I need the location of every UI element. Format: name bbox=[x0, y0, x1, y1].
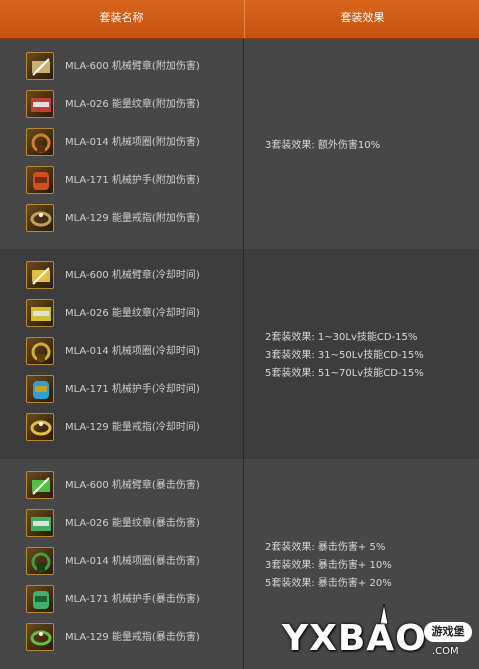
set-item-label: MLA-171 机械护手(暴击伤害) bbox=[65, 594, 200, 605]
ring-icon bbox=[26, 413, 54, 441]
set-item: MLA-026 能量纹章(暴击伤害) bbox=[26, 509, 241, 539]
emblem-icon bbox=[26, 299, 54, 327]
set-item: MLA-026 能量纹章(附加伤害) bbox=[26, 90, 241, 120]
ring-icon bbox=[26, 204, 54, 232]
watermark-badge: 游戏堡 bbox=[424, 622, 472, 642]
set-items-column: MLA-600 机械臂章(冷却时间) MLA-026 能量纹章(冷却时间) ML… bbox=[0, 249, 243, 459]
set-effect-line: 3套装效果: 暴击伤害+ 10% bbox=[265, 560, 392, 571]
set-item-label: MLA-171 机械护手(冷却时间) bbox=[65, 384, 200, 395]
set-item: MLA-600 机械臂章(附加伤害) bbox=[26, 52, 241, 82]
set-item-label: MLA-014 机械项圈(附加伤害) bbox=[65, 137, 200, 148]
set-item-label: MLA-600 机械臂章(暴击伤害) bbox=[65, 480, 200, 491]
set-effect-line: 5套装效果: 51~70Lv技能CD-15% bbox=[265, 368, 424, 379]
set-item-label: MLA-171 机械护手(附加伤害) bbox=[65, 175, 200, 186]
set-item: MLA-129 能量戒指(暴击伤害) bbox=[26, 623, 241, 653]
watermark-suffix: .COM bbox=[432, 646, 459, 657]
set-item: MLA-600 机械臂章(暴击伤害) bbox=[26, 471, 241, 501]
set-items-column: MLA-600 机械臂章(暴击伤害) MLA-026 能量纹章(暴击伤害) ML… bbox=[0, 459, 243, 669]
gauntlet-icon bbox=[26, 375, 54, 403]
set-item: MLA-600 机械臂章(冷却时间) bbox=[26, 261, 241, 291]
gauntlet-icon bbox=[26, 166, 54, 194]
necklace-icon bbox=[26, 128, 54, 156]
set-effects-column: 3套装效果: 额外伤害10% bbox=[244, 39, 479, 249]
armband-icon bbox=[26, 261, 54, 289]
set-item-label: MLA-129 能量戒指(冷却时间) bbox=[65, 422, 200, 433]
set-item: MLA-026 能量纹章(冷却时间) bbox=[26, 299, 241, 329]
set-item: MLA-014 机械项圈(附加伤害) bbox=[26, 128, 241, 158]
set-item-label: MLA-026 能量纹章(冷却时间) bbox=[65, 308, 200, 319]
necklace-icon bbox=[26, 337, 54, 365]
set-item: MLA-171 机械护手(冷却时间) bbox=[26, 375, 241, 405]
set-item-label: MLA-129 能量戒指(附加伤害) bbox=[65, 213, 200, 224]
set-item-label: MLA-600 机械臂章(冷却时间) bbox=[65, 270, 200, 281]
armband-icon bbox=[26, 471, 54, 499]
set-item-label: MLA-014 机械项圈(冷却时间) bbox=[65, 346, 200, 357]
gauntlet-icon bbox=[26, 585, 54, 613]
emblem-icon bbox=[26, 509, 54, 537]
armband-icon bbox=[26, 52, 54, 80]
table-header: 套装名称 套装效果 bbox=[0, 0, 479, 39]
ring-icon bbox=[26, 623, 54, 651]
set-effect-line: 5套装效果: 暴击伤害+ 20% bbox=[265, 578, 392, 589]
set-item-label: MLA-600 机械臂章(附加伤害) bbox=[65, 61, 200, 72]
set-effects: 2套装效果: 暴击伤害+ 5% 3套装效果: 暴击伤害+ 10% 5套装效果: … bbox=[265, 539, 392, 593]
set-item: MLA-014 机械项圈(暴击伤害) bbox=[26, 547, 241, 577]
set-item-label: MLA-129 能量戒指(暴击伤害) bbox=[65, 632, 200, 643]
set-item: MLA-129 能量戒指(冷却时间) bbox=[26, 413, 241, 443]
watermark-brand: YXBAO bbox=[282, 618, 427, 659]
set-effects: 3套装效果: 额外伤害10% bbox=[265, 137, 380, 155]
set-item-label: MLA-026 能量纹章(附加伤害) bbox=[65, 99, 200, 110]
set-item: MLA-129 能量戒指(附加伤害) bbox=[26, 204, 241, 234]
set-effect-line: 3套装效果: 31~50Lv技能CD-15% bbox=[265, 350, 424, 361]
emblem-icon bbox=[26, 90, 54, 118]
set-item-label: MLA-026 能量纹章(暴击伤害) bbox=[65, 518, 200, 529]
set-item-label: MLA-014 机械项圈(暴击伤害) bbox=[65, 556, 200, 567]
header-set-effect: 套装效果 bbox=[244, 0, 479, 38]
necklace-icon bbox=[26, 547, 54, 575]
set-effect-line: 3套装效果: 额外伤害10% bbox=[265, 140, 381, 151]
header-set-name: 套装名称 bbox=[99, 11, 144, 24]
set-item: MLA-171 机械护手(暴击伤害) bbox=[26, 585, 241, 615]
set-group-cooldown: MLA-600 机械臂章(冷却时间) MLA-026 能量纹章(冷却时间) ML… bbox=[0, 249, 479, 459]
set-item: MLA-171 机械护手(附加伤害) bbox=[26, 166, 241, 196]
set-items-column: MLA-600 机械臂章(附加伤害) MLA-026 能量纹章(附加伤害) ML… bbox=[0, 39, 243, 249]
set-effect-line: 2套装效果: 暴击伤害+ 5% bbox=[265, 542, 386, 553]
set-effect-line: 2套装效果: 1~30Lv技能CD-15% bbox=[265, 332, 418, 343]
set-item: MLA-014 机械项圈(冷却时间) bbox=[26, 337, 241, 367]
site-watermark-logo: YXBAO 游戏堡 .COM bbox=[282, 604, 472, 664]
set-group-extra-damage: MLA-600 机械臂章(附加伤害) MLA-026 能量纹章(附加伤害) ML… bbox=[0, 39, 479, 249]
set-effects: 2套装效果: 1~30Lv技能CD-15% 3套装效果: 31~50Lv技能CD… bbox=[265, 329, 424, 383]
set-effects-column: 2套装效果: 1~30Lv技能CD-15% 3套装效果: 31~50Lv技能CD… bbox=[244, 249, 479, 459]
